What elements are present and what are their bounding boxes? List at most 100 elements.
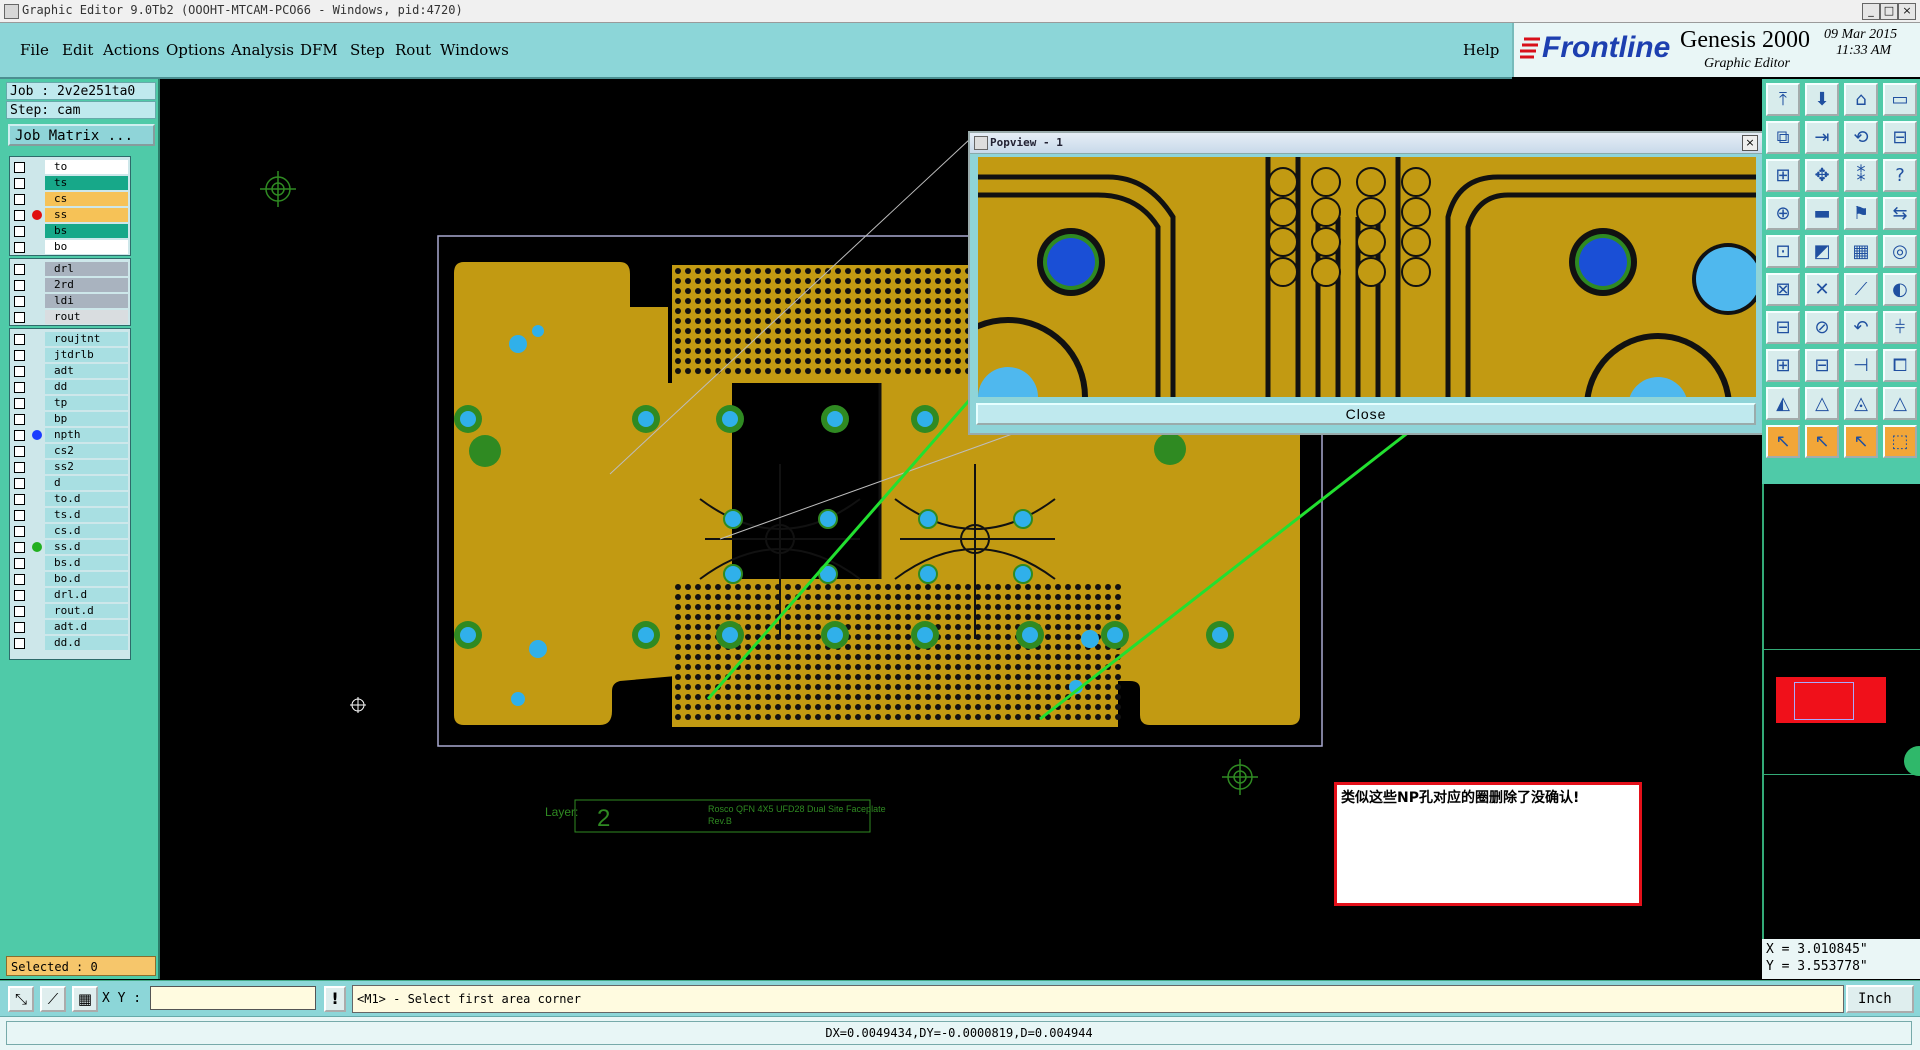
layer-name[interactable]: bo.d bbox=[45, 572, 128, 586]
layer-checkbox[interactable] bbox=[14, 264, 25, 275]
tool-button-icon[interactable]: ↖ bbox=[1766, 425, 1800, 458]
tool-button-icon[interactable]: ⬇ bbox=[1805, 83, 1839, 116]
layer-name[interactable]: bs.d bbox=[45, 556, 128, 570]
layer-name[interactable]: cs bbox=[45, 192, 128, 206]
tool-button-icon[interactable]: ⊟ bbox=[1805, 349, 1839, 382]
layer-checkbox[interactable] bbox=[14, 242, 25, 253]
layer-checkbox[interactable] bbox=[14, 638, 25, 649]
tool-button-icon[interactable]: ↖ bbox=[1844, 425, 1878, 458]
layer-row-bp[interactable]: bp bbox=[10, 411, 130, 427]
xy-input[interactable] bbox=[150, 986, 316, 1010]
tool-button-icon[interactable]: ⟋ bbox=[1844, 273, 1878, 306]
layer-checkbox[interactable] bbox=[14, 210, 25, 221]
overview-map[interactable] bbox=[1762, 484, 1920, 939]
layer-checkbox[interactable] bbox=[14, 194, 25, 205]
layer-checkbox[interactable] bbox=[14, 226, 25, 237]
layer-row-tp[interactable]: tp bbox=[10, 395, 130, 411]
layer-name[interactable]: ss.d bbox=[45, 540, 128, 554]
tool-button-icon[interactable]: ◭ bbox=[1766, 387, 1800, 420]
layer-row-cs[interactable]: cs bbox=[10, 191, 130, 207]
units-dropdown[interactable]: Inch bbox=[1846, 985, 1914, 1013]
layer-name[interactable]: rout bbox=[45, 310, 128, 324]
layer-row-drl-d[interactable]: drl.d bbox=[10, 587, 130, 603]
layer-row-bs-d[interactable]: bs.d bbox=[10, 555, 130, 571]
tool-button-icon[interactable]: ⊘ bbox=[1805, 311, 1839, 344]
layer-name[interactable]: 2rd bbox=[45, 278, 128, 292]
layer-name[interactable]: tp bbox=[45, 396, 128, 410]
layer-checkbox[interactable] bbox=[14, 414, 25, 425]
layer-row-jtdrlb[interactable]: jtdrlb bbox=[10, 347, 130, 363]
layer-checkbox[interactable] bbox=[14, 590, 25, 601]
tool-button-icon[interactable]: ✥ bbox=[1805, 159, 1839, 192]
layer-row-npth[interactable]: npth bbox=[10, 427, 130, 443]
layer-name[interactable]: ts.d bbox=[45, 508, 128, 522]
layer-name[interactable]: dd bbox=[45, 380, 128, 394]
menu-step[interactable]: Step bbox=[350, 41, 385, 59]
layer-checkbox[interactable] bbox=[14, 398, 25, 409]
layer-name[interactable]: ss2 bbox=[45, 460, 128, 474]
tool-button-icon[interactable]: ⚑ bbox=[1844, 197, 1878, 230]
layer-checkbox[interactable] bbox=[14, 574, 25, 585]
grid-icon[interactable]: ▦ bbox=[72, 986, 98, 1012]
layer-row-bo-d[interactable]: bo.d bbox=[10, 571, 130, 587]
layer-checkbox[interactable] bbox=[14, 280, 25, 291]
layer-row-cs-d[interactable]: cs.d bbox=[10, 523, 130, 539]
layer-name[interactable]: drl bbox=[45, 262, 128, 276]
layer-name[interactable]: to.d bbox=[45, 492, 128, 506]
layer-row-2rd[interactable]: 2rd bbox=[10, 277, 130, 293]
tool-button-icon[interactable]: ⟲ bbox=[1844, 121, 1878, 154]
overview-viewport[interactable] bbox=[1794, 682, 1854, 720]
layer-name[interactable]: ss bbox=[45, 208, 128, 222]
layer-row-dd[interactable]: dd bbox=[10, 379, 130, 395]
tool-button-icon[interactable]: ◩ bbox=[1805, 235, 1839, 268]
layer-name[interactable]: to bbox=[45, 160, 128, 174]
layer-row-ldi[interactable]: ldi bbox=[10, 293, 130, 309]
layer-row-to-d[interactable]: to.d bbox=[10, 491, 130, 507]
maximize-button[interactable]: □ bbox=[1880, 3, 1898, 20]
tool-button-icon[interactable]: ⊣ bbox=[1844, 349, 1878, 382]
menu-rout[interactable]: Rout bbox=[395, 41, 431, 59]
layer-checkbox[interactable] bbox=[14, 478, 25, 489]
tool-button-icon[interactable]: ? bbox=[1883, 159, 1917, 192]
layer-row-cs2[interactable]: cs2 bbox=[10, 443, 130, 459]
layer-name[interactable]: ts bbox=[45, 176, 128, 190]
layer-checkbox[interactable] bbox=[14, 494, 25, 505]
tool-button-icon[interactable]: △ bbox=[1883, 387, 1917, 420]
layer-row-dd-d[interactable]: dd.d bbox=[10, 635, 130, 651]
menu-edit[interactable]: Edit bbox=[62, 41, 93, 59]
layer-checkbox[interactable] bbox=[14, 296, 25, 307]
tool-button-icon[interactable]: ↶ bbox=[1844, 311, 1878, 344]
layer-row-ss-d[interactable]: ss.d bbox=[10, 539, 130, 555]
job-matrix-button[interactable]: Job Matrix ... bbox=[8, 124, 155, 146]
layer-checkbox[interactable] bbox=[14, 334, 25, 345]
tool-button-icon[interactable]: ✕ bbox=[1805, 273, 1839, 306]
tool-button-icon[interactable]: ⊞ bbox=[1766, 159, 1800, 192]
layer-name[interactable]: cs.d bbox=[45, 524, 128, 538]
tool-button-icon[interactable]: ◬ bbox=[1844, 387, 1878, 420]
layer-row-drl[interactable]: drl bbox=[10, 261, 130, 277]
menu-options[interactable]: Options bbox=[166, 41, 225, 59]
layer-checkbox[interactable] bbox=[14, 558, 25, 569]
layer-name[interactable]: jtdrlb bbox=[45, 348, 128, 362]
layer-name[interactable]: adt bbox=[45, 364, 128, 378]
tool-button-icon[interactable]: ⌂ bbox=[1844, 83, 1878, 116]
layer-name[interactable]: npth bbox=[45, 428, 128, 442]
layer-name[interactable]: ldi bbox=[45, 294, 128, 308]
layer-checkbox[interactable] bbox=[14, 622, 25, 633]
menu-file[interactable]: File bbox=[20, 41, 49, 59]
layer-checkbox[interactable] bbox=[14, 606, 25, 617]
layer-row-adt-d[interactable]: adt.d bbox=[10, 619, 130, 635]
layer-row-bo[interactable]: bo bbox=[10, 239, 130, 255]
layer-checkbox[interactable] bbox=[14, 446, 25, 457]
layer-row-ss2[interactable]: ss2 bbox=[10, 459, 130, 475]
tool-button-icon[interactable]: ⊟ bbox=[1766, 311, 1800, 344]
tool-button-icon[interactable]: ⊡ bbox=[1766, 235, 1800, 268]
layer-row-ss[interactable]: ss bbox=[10, 207, 130, 223]
layer-checkbox[interactable] bbox=[14, 526, 25, 537]
layer-checkbox[interactable] bbox=[14, 366, 25, 377]
popview-close-button[interactable]: Close bbox=[976, 403, 1756, 425]
layer-checkbox[interactable] bbox=[14, 462, 25, 473]
tool-button-icon[interactable]: ◎ bbox=[1883, 235, 1917, 268]
layer-checkbox[interactable] bbox=[14, 350, 25, 361]
layer-row-bs[interactable]: bs bbox=[10, 223, 130, 239]
